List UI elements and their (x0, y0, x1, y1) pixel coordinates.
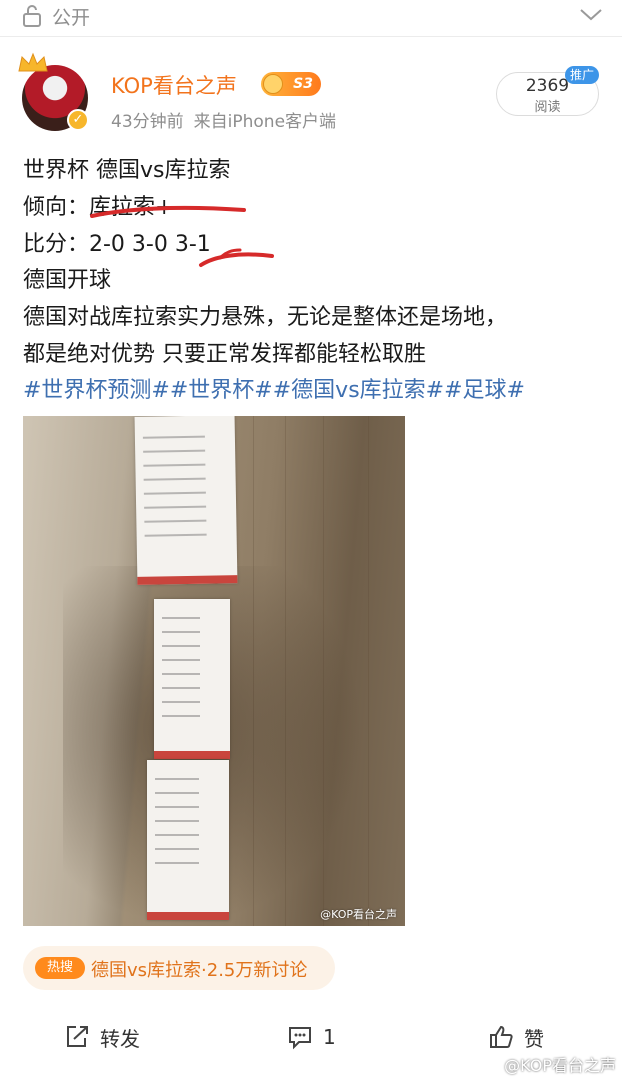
post-line-5: 德国对战库拉索实力悬殊，无论是整体还是场地， (23, 305, 508, 330)
visibility-bar[interactable]: 公开 (0, 0, 622, 37)
comment-icon (289, 1027, 311, 1050)
post-time: 43分钟前 (111, 112, 184, 132)
hot-search-tag: 热搜 (35, 957, 85, 979)
betting-slip (134, 416, 238, 585)
footer-watermark: @KOP看台之声 (504, 1056, 616, 1075)
betting-slip (154, 599, 230, 759)
post-line-6: 都是绝对优势 只要正常发挥都能轻松取胜 (23, 342, 426, 367)
level-coin-icon (263, 74, 283, 94)
crown-icon (18, 52, 48, 72)
thumbs-up-icon (490, 1025, 513, 1048)
hashtag-links[interactable]: #世界杯预测##世界杯##德国vs库拉索##足球# (23, 372, 525, 404)
image-watermark: @KOP看台之声 (320, 908, 397, 921)
post-meta: 43分钟前 来自iPhone客户端 (111, 107, 336, 132)
comment-button[interactable]: 1 (287, 1020, 336, 1054)
read-label: 阅读 (534, 100, 561, 115)
level-label: S3 (293, 76, 313, 92)
hot-search-link[interactable]: 热搜 德国vs库拉索·2.5万新讨论 (23, 946, 335, 990)
post-line-4: 德国开球 (23, 268, 112, 293)
share-icon (67, 1026, 88, 1047)
share-label: 转发 (100, 1026, 140, 1051)
action-bar: 转发 1 赞 @KOP看台之声 (0, 1000, 622, 1080)
chevron-down-icon[interactable] (578, 6, 604, 24)
level-badge: S3 (261, 72, 321, 96)
visibility-label: 公开 (52, 7, 91, 29)
betting-slip (147, 760, 229, 920)
post-line-2: 倾向：库拉索+ (23, 195, 174, 220)
author-name[interactable]: KOP看台之声 (111, 70, 237, 100)
comment-count: 1 (323, 1025, 336, 1049)
post-source: 来自iPhone客户端 (193, 112, 337, 132)
post-line-1: 世界杯 德国vs库拉索 (23, 158, 231, 183)
like-label: 赞 (524, 1026, 544, 1051)
share-button[interactable]: 转发 (64, 1020, 140, 1054)
lock-icon (23, 5, 41, 27)
hot-search-tag-label: 热搜 (46, 960, 73, 975)
promo-tag[interactable]: 推广 (565, 66, 599, 84)
like-button[interactable]: 赞 (488, 1020, 544, 1054)
post-photo[interactable]: @KOP看台之声 (23, 416, 405, 926)
verified-badge-icon: ✓ (67, 109, 89, 131)
post-line-3: 比分：2-0 3-0 3-1 (23, 232, 211, 257)
hot-search-text: 德国vs库拉索·2.5万新讨论 (91, 960, 308, 981)
